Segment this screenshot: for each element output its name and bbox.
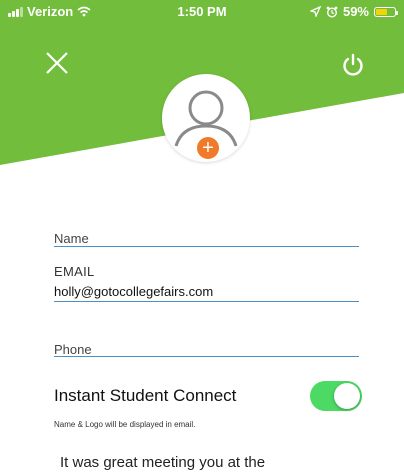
power-button[interactable] — [340, 52, 366, 78]
email-field[interactable]: holly@gotocollegefairs.com — [54, 284, 359, 304]
status-right: 59% — [309, 4, 398, 19]
battery-icon — [374, 6, 398, 17]
message-text[interactable]: It was great meeting you at the — [60, 454, 265, 471]
phone-field[interactable]: Phone — [54, 341, 359, 361]
instant-connect-toggle[interactable] — [310, 381, 362, 411]
email-underline — [54, 301, 359, 302]
profile-header: Verizon 1:50 PM 59% + — [0, 0, 404, 170]
email-label: EMAIL — [54, 264, 95, 279]
power-icon — [343, 53, 363, 76]
battery-fill — [376, 8, 387, 15]
status-bar: Verizon 1:50 PM 59% — [0, 0, 404, 22]
name-field[interactable]: Name — [54, 228, 359, 248]
name-placeholder: Name — [54, 231, 89, 246]
battery-percent: 59% — [342, 4, 369, 19]
instant-connect-label: Instant Student Connect — [54, 386, 237, 405]
email-value: holly@gotocollegefairs.com — [54, 284, 214, 299]
close-icon — [46, 52, 68, 74]
close-button[interactable] — [42, 48, 72, 78]
location-icon — [309, 6, 321, 17]
instant-connect-note: Name & Logo will be displayed in email. — [54, 420, 196, 429]
plus-icon: + — [202, 137, 214, 159]
add-photo-button[interactable]: + — [197, 137, 219, 159]
phone-placeholder: Phone — [54, 342, 92, 357]
alarm-icon — [326, 6, 338, 18]
phone-underline — [54, 356, 359, 357]
toggle-knob — [334, 383, 360, 409]
name-underline — [54, 246, 359, 247]
